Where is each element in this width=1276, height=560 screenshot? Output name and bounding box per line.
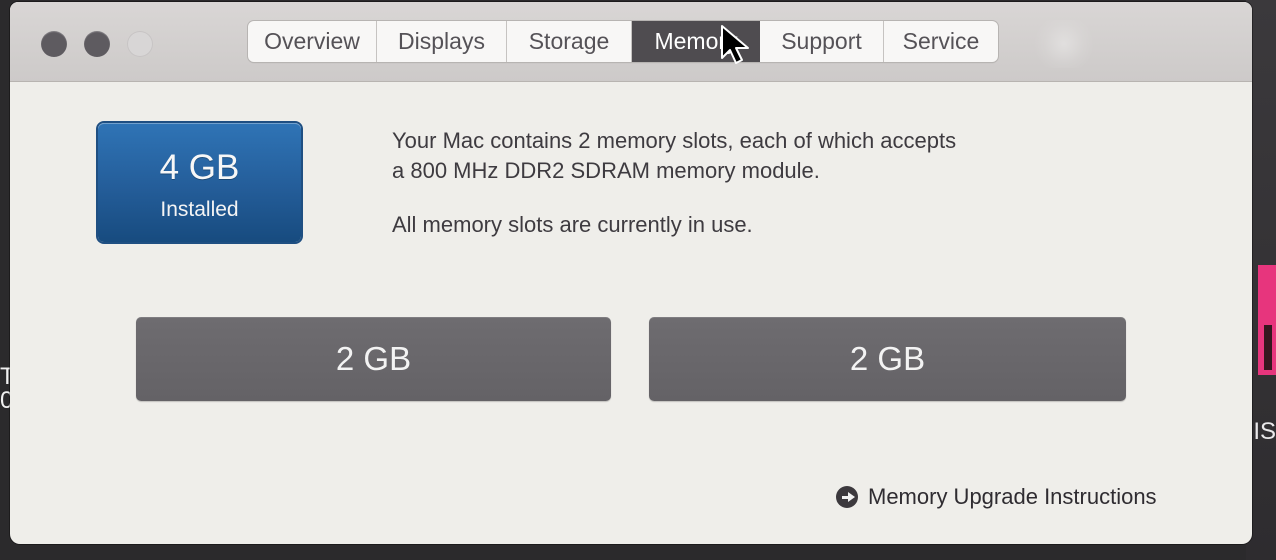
memory-description: Your Mac contains 2 memory slots, each o… bbox=[392, 126, 1102, 240]
minimize-icon[interactable] bbox=[84, 31, 110, 57]
window-controls bbox=[41, 31, 153, 57]
tab-storage[interactable]: Storage bbox=[507, 21, 632, 62]
tab-overview[interactable]: Overview bbox=[248, 21, 377, 62]
memory-slot-status: All memory slots are currently in use. bbox=[392, 212, 753, 237]
window-titlebar: Overview Displays Storage Memory Support… bbox=[10, 2, 1252, 82]
background-dark-fragment bbox=[1264, 325, 1272, 370]
installed-memory-size: 4 GB bbox=[159, 148, 240, 187]
memory-slot-1: 2 GB bbox=[136, 317, 611, 401]
memory-upgrade-instructions-label: Memory Upgrade Instructions bbox=[868, 484, 1157, 509]
pointer-cursor-icon bbox=[721, 25, 749, 64]
memory-description-line-2: a 800 MHz DDR2 SDRAM memory module. bbox=[392, 158, 820, 183]
close-icon[interactable] bbox=[41, 31, 67, 57]
memory-slot-2: 2 GB bbox=[649, 317, 1126, 401]
zoom-icon[interactable] bbox=[127, 31, 153, 57]
memory-description-line-1: Your Mac contains 2 memory slots, each o… bbox=[392, 128, 957, 153]
background-right-fragment-text: IS bbox=[1253, 418, 1276, 445]
memory-slots: 2 GB 2 GB bbox=[136, 317, 1126, 401]
right-arrow-circle-icon bbox=[836, 486, 858, 508]
memory-upgrade-instructions-link[interactable]: Memory Upgrade Instructions bbox=[836, 483, 1157, 511]
tab-displays[interactable]: Displays bbox=[377, 21, 507, 62]
background-left-fragment: T 0 bbox=[0, 363, 15, 414]
tab-service[interactable]: Service bbox=[884, 21, 998, 62]
installed-memory-label: Installed bbox=[160, 198, 239, 221]
installed-memory-badge: 4 GB Installed bbox=[98, 123, 301, 242]
about-this-mac-window: Overview Displays Storage Memory Support… bbox=[10, 2, 1252, 544]
screen-glare bbox=[1028, 20, 1100, 68]
about-tabs: Overview Displays Storage Memory Support… bbox=[248, 21, 998, 62]
tab-support[interactable]: Support bbox=[760, 21, 884, 62]
